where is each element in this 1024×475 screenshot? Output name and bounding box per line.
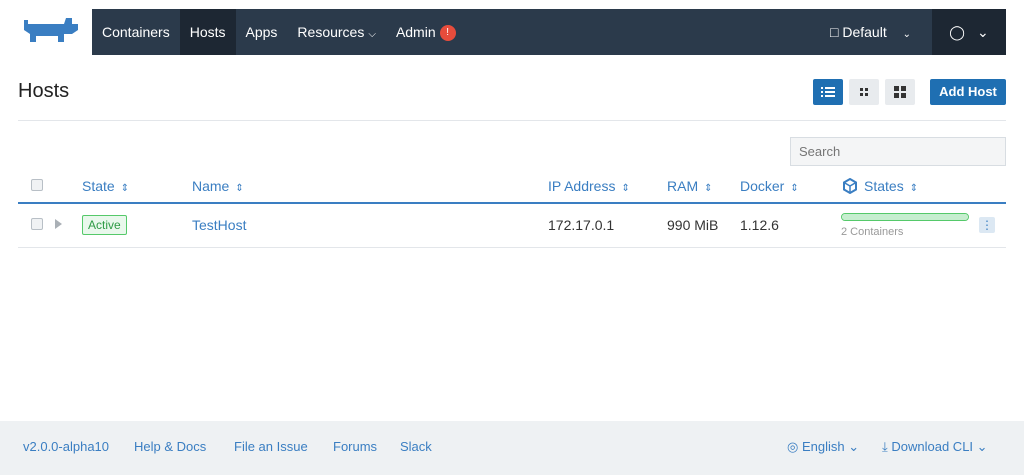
nav-resources[interactable]: Resources ⌵ (287, 9, 386, 55)
chevron-down-icon: ⌄ (976, 439, 988, 454)
column-ip-address[interactable]: IP Address ⇕ (548, 178, 630, 194)
containers-count: 2 Containers (841, 226, 904, 238)
sort-icon: ⇕ (235, 183, 244, 194)
sort-icon: ⇕ (704, 183, 713, 194)
rancher-logo-icon[interactable] (18, 14, 80, 46)
main-nav: Containers Hosts Apps Resources ⌵ Admin! … (92, 9, 1006, 55)
nav-resources-label: Resources (297, 24, 365, 40)
slack-link[interactable]: Slack (400, 439, 432, 454)
host-name-link[interactable]: TestHost (192, 217, 246, 233)
globe-icon: ◎ (787, 439, 799, 454)
divider (18, 120, 1006, 121)
version-link[interactable]: v2.0.0-alpha10 (23, 439, 109, 454)
states-progress-bar (841, 213, 969, 221)
small-grid-icon (860, 88, 868, 96)
select-all-checkbox[interactable] (31, 179, 43, 191)
large-grid-icon (894, 86, 906, 98)
nav-admin-label: Admin (395, 24, 436, 40)
environment-icon: □ (830, 24, 839, 40)
search-input[interactable] (790, 137, 1006, 166)
alert-badge: ! (439, 25, 456, 42)
chevron-down-icon: ⌵ (368, 29, 376, 40)
column-states[interactable]: States ⇕ (842, 177, 919, 195)
help-docs-link[interactable]: Help & Docs (134, 439, 206, 454)
download-label: Download CLI (891, 439, 974, 454)
user-menu[interactable]: ◯ ⌄ (932, 9, 1006, 55)
list-view-button[interactable] (813, 79, 843, 105)
nav-hosts[interactable]: Hosts (179, 9, 236, 55)
row-checkbox[interactable] (31, 218, 43, 230)
column-label: States (864, 178, 904, 194)
docker-version-cell: 1.12.6 (740, 217, 779, 233)
ip-address-cell: 172.17.0.1 (548, 217, 615, 233)
sort-icon: ⇕ (120, 183, 130, 194)
column-label: Docker (740, 178, 785, 194)
language-selector[interactable]: ◎ English ⌄ (787, 439, 859, 455)
table-header-divider (18, 202, 1006, 204)
small-grid-view-button[interactable] (849, 79, 879, 105)
column-state[interactable]: State ⇕ (82, 178, 129, 194)
file-issue-link[interactable]: File an Issue (234, 439, 308, 454)
add-host-button[interactable]: Add Host (930, 79, 1006, 105)
environment-selector[interactable]: □ Default ⌄ (830, 9, 911, 55)
large-grid-view-button[interactable] (885, 79, 915, 105)
chevron-down-icon: ⌄ (902, 29, 911, 40)
sort-icon: ⇕ (790, 183, 799, 194)
column-name[interactable]: Name ⇕ (192, 178, 244, 194)
column-docker[interactable]: Docker ⇕ (740, 178, 799, 194)
page-title: Hosts (18, 80, 70, 102)
column-label: Name (192, 178, 230, 194)
footer: v2.0.0-alpha10 Help & Docs File an Issue… (0, 421, 1024, 475)
download-cli-link[interactable]: ⤓ Download CLI ⌄ (882, 439, 988, 455)
user-icon: ◯ (949, 23, 965, 40)
column-label: IP Address (548, 178, 616, 194)
status-badge: Active (82, 215, 127, 235)
language-label: English (801, 439, 845, 454)
column-ram[interactable]: RAM ⇕ (667, 178, 713, 194)
nav-admin[interactable]: Admin! (386, 9, 466, 55)
sort-icon: ⇕ (909, 183, 919, 194)
ram-cell: 990 MiB (667, 217, 719, 233)
expand-icon[interactable] (55, 219, 62, 229)
environment-label: Default (842, 24, 887, 40)
list-icon (821, 87, 835, 97)
nav-apps[interactable]: Apps (236, 9, 288, 55)
column-label: State (82, 178, 115, 194)
top-bar: Containers Hosts Apps Resources ⌵ Admin! … (0, 0, 1024, 62)
download-icon: ⤓ (882, 439, 888, 454)
row-actions-kebab-icon[interactable]: ⋮ (979, 217, 995, 233)
chevron-down-icon: ⌄ (848, 439, 860, 454)
cube-icon (843, 177, 857, 195)
table-bottom-divider (18, 247, 1006, 248)
column-label: RAM (667, 178, 699, 194)
nav-containers[interactable]: Containers (92, 9, 180, 55)
sort-icon: ⇕ (621, 183, 630, 194)
progress-fill (842, 214, 968, 220)
chevron-down-icon: ⌄ (976, 23, 989, 40)
forums-link[interactable]: Forums (333, 439, 377, 454)
